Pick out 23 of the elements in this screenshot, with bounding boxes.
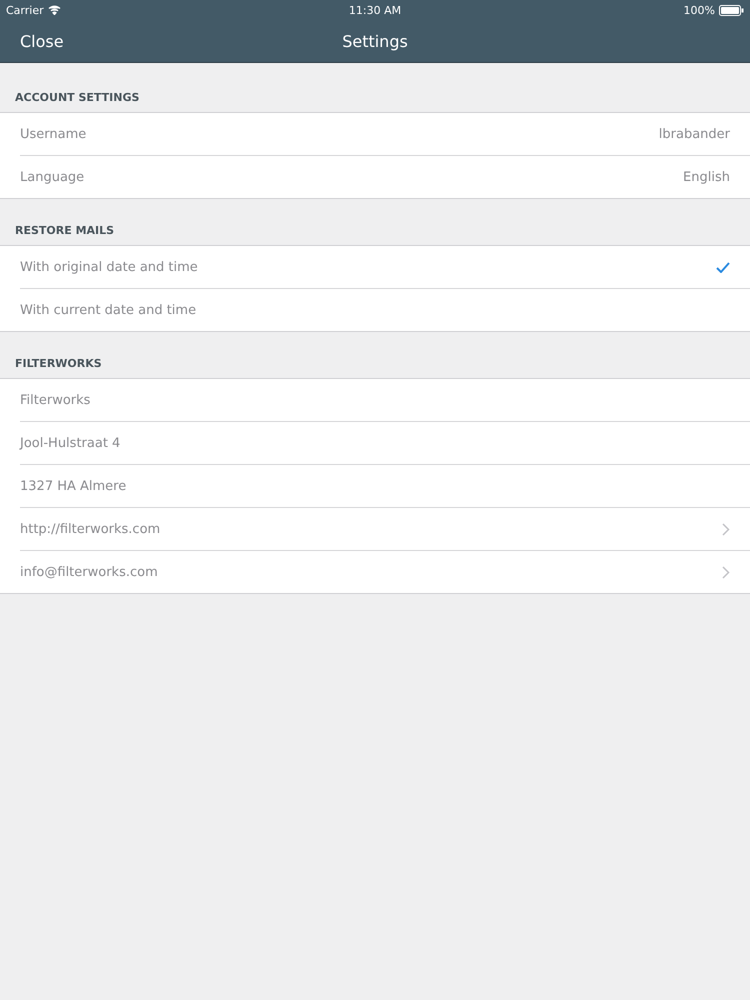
section-header: FILTERWORKS	[14, 356, 103, 372]
section-header: RESTORE MAILS	[14, 223, 116, 239]
row-label: With original date and time	[20, 260, 198, 274]
chevron-right-icon	[722, 566, 730, 578]
carrier-label: Carrier	[6, 4, 44, 16]
row-label: Language	[20, 170, 84, 184]
row-label: Jool-Hulstraat 4	[20, 436, 120, 450]
row-label: Filterworks	[20, 392, 90, 408]
row-label: http://filterworks.com	[20, 522, 160, 536]
row-value: lbrabander	[658, 126, 730, 142]
row-value: English	[683, 170, 730, 184]
status-time: 11:30 AM	[348, 4, 402, 16]
wifi-icon	[48, 5, 61, 15]
row-label: Username	[20, 126, 86, 142]
row-label: info@filterworks.com	[20, 564, 158, 580]
close-button[interactable]: Close	[20, 32, 64, 50]
row-label: 1327 HA Almere	[20, 478, 126, 494]
chevron-right-icon	[722, 522, 730, 536]
section-header: ACCOUNT SETTINGS	[14, 90, 140, 106]
battery-percent: 100%	[684, 4, 715, 16]
battery-icon	[719, 4, 744, 16]
nav-title: Settings	[342, 32, 408, 50]
row-label: With current date and time	[20, 302, 196, 318]
